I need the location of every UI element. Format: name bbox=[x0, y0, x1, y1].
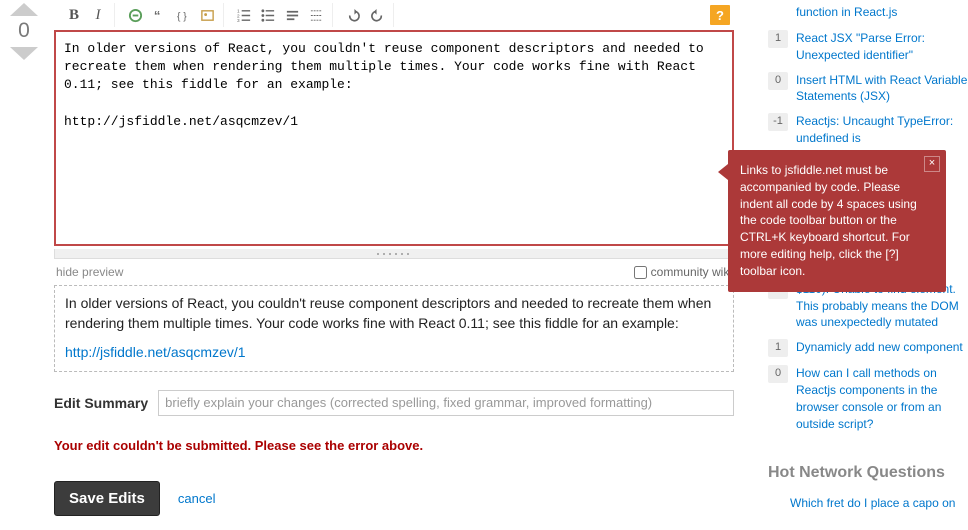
resize-grippie[interactable] bbox=[54, 249, 734, 259]
validation-tooltip: × Links to jsfiddle.net must be accompan… bbox=[728, 150, 946, 292]
link-button[interactable] bbox=[125, 5, 145, 25]
help-button[interactable]: ? bbox=[710, 5, 730, 25]
related-item: 0 Insert HTML with React Variable Stateme… bbox=[768, 68, 968, 110]
submit-error: Your edit couldn't be submitted. Please … bbox=[54, 438, 734, 453]
related-link[interactable]: function in React.js bbox=[796, 4, 897, 22]
tooltip-text: Links to jsfiddle.net must be accompanie… bbox=[740, 163, 917, 278]
editor-toolbar: B I “ { } 123 ? bbox=[54, 0, 734, 30]
tooltip-close-button[interactable]: × bbox=[924, 156, 940, 172]
related-link[interactable]: React JSX "Parse Error: Unexpected ident… bbox=[796, 30, 968, 64]
edit-summary-input[interactable] bbox=[158, 390, 734, 416]
related-item: -1 Reactjs: Uncaught TypeError: undefined… bbox=[768, 109, 968, 151]
hot-question-link[interactable]: Which fret do I place a capo on bbox=[768, 492, 968, 510]
preview-text: In older versions of React, you couldn't… bbox=[65, 294, 723, 333]
svg-text:{ }: { } bbox=[176, 11, 186, 22]
vote-score: 0 bbox=[8, 19, 40, 43]
hide-preview-toggle[interactable]: hide preview bbox=[56, 265, 123, 279]
related-score: 0 bbox=[768, 365, 788, 383]
hot-questions-header: Hot Network Questions bbox=[768, 464, 968, 482]
related-item: 1 Dynamicly add new component bbox=[768, 335, 968, 361]
cancel-link[interactable]: cancel bbox=[178, 491, 216, 506]
preview-link[interactable]: http://jsfiddle.net/asqcmzev/1 bbox=[65, 344, 246, 360]
related-score: 1 bbox=[768, 30, 788, 48]
redo-button[interactable] bbox=[367, 5, 387, 25]
post-editor[interactable] bbox=[54, 30, 734, 246]
related-item: function in React.js bbox=[768, 0, 968, 26]
italic-button[interactable]: I bbox=[88, 5, 108, 25]
community-wiki-checkbox[interactable] bbox=[634, 266, 647, 279]
edit-summary-label: Edit Summary bbox=[54, 395, 148, 411]
code-button[interactable]: { } bbox=[173, 5, 193, 25]
related-link[interactable]: Reactjs: Uncaught TypeError: undefined i… bbox=[796, 113, 968, 147]
related-score: 0 bbox=[768, 72, 788, 90]
related-item: 0 How can I call methods on Reactjs compo… bbox=[768, 361, 968, 436]
preview-box: In older versions of React, you couldn't… bbox=[54, 285, 734, 372]
upvote-button[interactable] bbox=[10, 3, 38, 16]
bold-button[interactable]: B bbox=[64, 5, 84, 25]
svg-text:3: 3 bbox=[237, 18, 240, 23]
quote-button[interactable]: “ bbox=[149, 5, 169, 25]
related-score: -1 bbox=[768, 113, 788, 131]
related-score: 1 bbox=[768, 339, 788, 357]
heading-button[interactable] bbox=[282, 5, 302, 25]
hr-button[interactable] bbox=[306, 5, 326, 25]
community-wiki-label[interactable]: community wiki bbox=[634, 265, 732, 279]
image-button[interactable] bbox=[197, 5, 217, 25]
unordered-list-button[interactable] bbox=[258, 5, 278, 25]
save-edits-button[interactable]: Save Edits bbox=[54, 481, 160, 516]
ordered-list-button[interactable]: 123 bbox=[234, 5, 254, 25]
related-link[interactable]: Insert HTML with React Variable Statemen… bbox=[796, 72, 968, 106]
related-item: 1 React JSX "Parse Error: Unexpected iden… bbox=[768, 26, 968, 68]
downvote-button[interactable] bbox=[10, 47, 38, 60]
undo-button[interactable] bbox=[343, 5, 363, 25]
svg-text:“: “ bbox=[153, 8, 160, 23]
related-link[interactable]: How can I call methods on Reactjs compon… bbox=[796, 365, 968, 432]
related-link[interactable]: Dynamicly add new component bbox=[796, 339, 963, 357]
